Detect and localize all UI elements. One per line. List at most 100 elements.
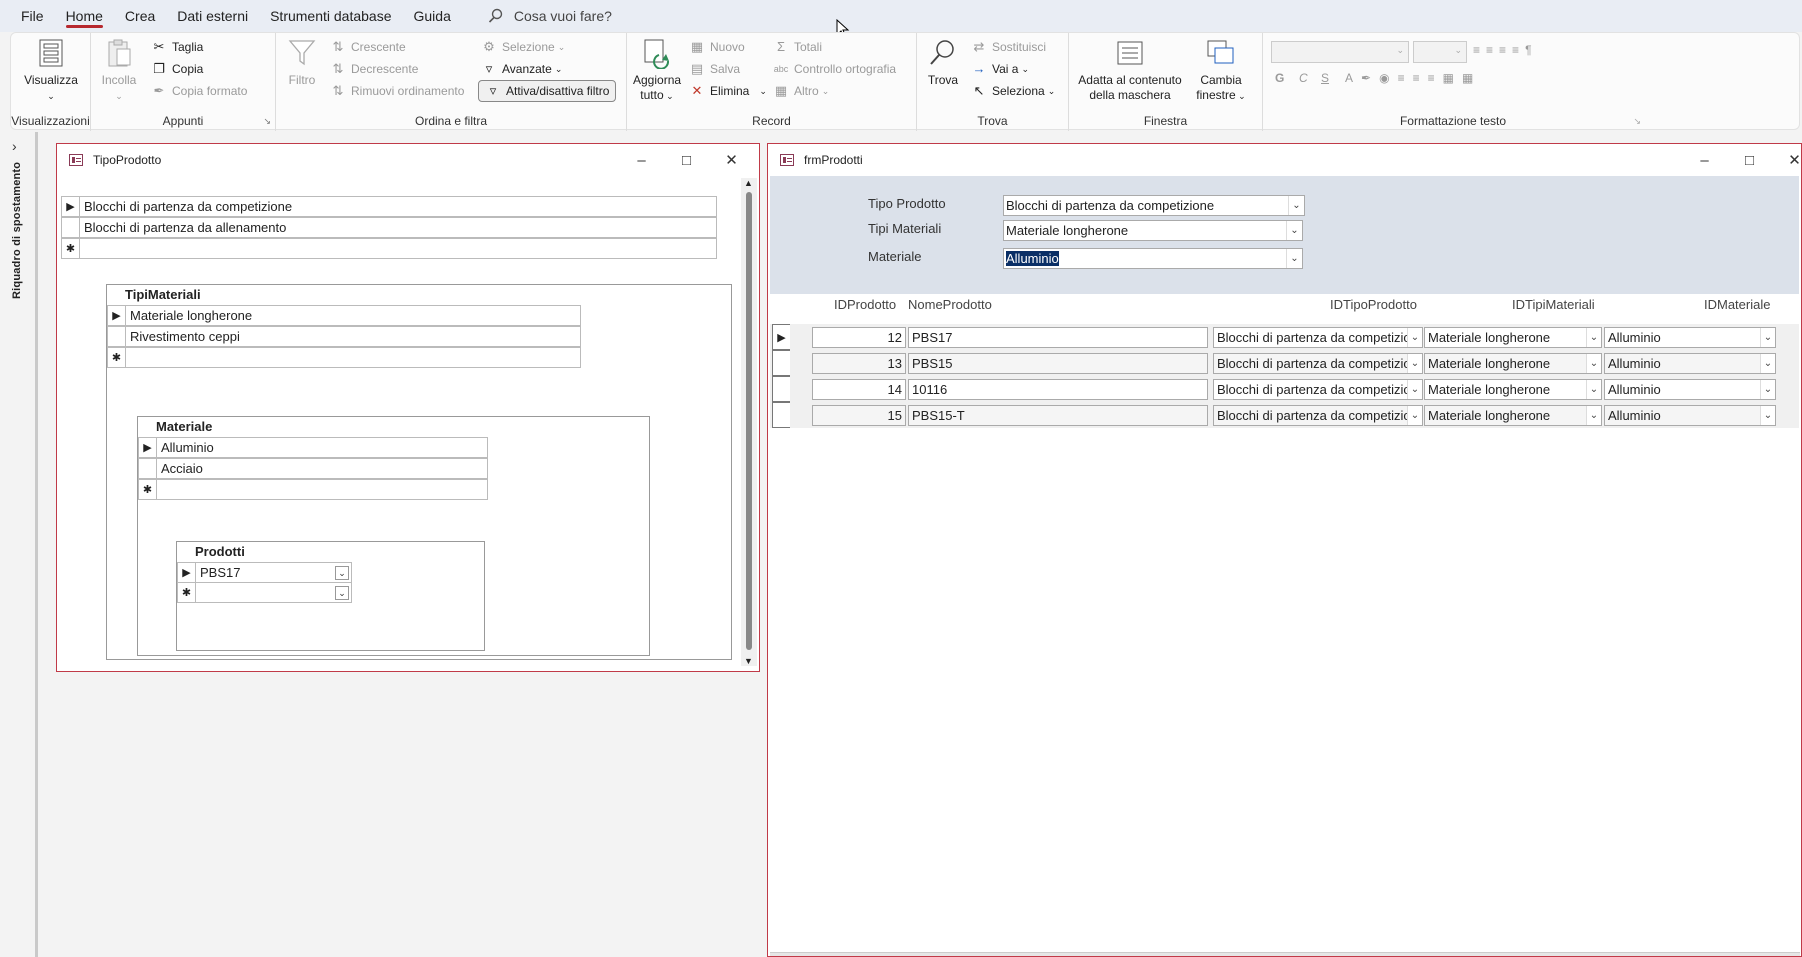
chevron-down-icon[interactable]: ⌄ xyxy=(1407,380,1422,399)
copia-button[interactable]: ❐ Copia xyxy=(151,61,203,77)
new-record-row[interactable]: ✱ ⌄ xyxy=(177,582,352,603)
chevron-down-icon[interactable]: ⌄ xyxy=(1407,406,1422,425)
chevron-down-icon[interactable]: ⌄ xyxy=(1286,221,1302,240)
menu-file[interactable]: File xyxy=(10,0,55,32)
record-selector[interactable]: ▶ xyxy=(108,305,126,326)
table-row[interactable]: Acciaio xyxy=(138,458,488,479)
new-record-icon[interactable]: ✱ xyxy=(62,238,80,259)
table-row[interactable]: ▶ Blocchi di partenza da competizione xyxy=(61,196,717,217)
new-record-row[interactable]: ✱ xyxy=(107,347,581,368)
nome-prodotto-field[interactable]: PBS15-T xyxy=(908,405,1208,426)
filtro-button[interactable]: Filtro xyxy=(282,37,322,88)
nuovo-button[interactable]: ▦ Nuovo xyxy=(689,39,745,55)
new-record-icon[interactable]: ✱ xyxy=(139,479,157,500)
maximize-button[interactable]: □ xyxy=(1727,144,1772,176)
avanzate-button[interactable]: ▿ Avanzate ⌄ xyxy=(481,61,563,77)
maximize-button[interactable]: □ xyxy=(664,144,709,176)
scrollbar-thumb[interactable] xyxy=(746,192,752,650)
new-record-row[interactable]: ✱ xyxy=(138,479,488,500)
altro-button[interactable]: ▦ Altro ⌄ xyxy=(773,83,829,99)
table-row[interactable]: 14 10116 Blocchi di partenza da competiz… xyxy=(770,376,1799,402)
id-tipo-prodotto-combo[interactable]: Blocchi di partenza da competizione ⌄ xyxy=(1213,353,1423,374)
id-materiale-combo[interactable]: Alluminio ⌄ xyxy=(1604,405,1776,426)
chevron-down-icon[interactable]: ⌄ xyxy=(1288,196,1304,215)
record-selector[interactable] xyxy=(139,458,157,479)
chevron-down-icon[interactable]: ⌄ xyxy=(1760,354,1775,373)
color-buttons[interactable]: A ✒ ◉ ≡ ≡ ≡ ▦ ▦ xyxy=(1345,71,1481,85)
tell-me-search[interactable]: Cosa vuoi fare? xyxy=(488,8,612,24)
aggiorna-tutto-button[interactable]: Aggiorna tutto ⌄ xyxy=(633,37,681,104)
id-materiale-combo[interactable]: Alluminio ⌄ xyxy=(1604,379,1776,400)
rimuovi-ordinamento-button[interactable]: ⇅ Rimuovi ordinamento xyxy=(330,83,465,99)
table-row[interactable]: Blocchi di partenza da allenamento xyxy=(61,217,717,238)
copia-formato-button[interactable]: ✒ Copia formato xyxy=(151,83,248,99)
italic-button[interactable]: C xyxy=(1299,71,1308,85)
record-selector[interactable]: ▶ xyxy=(62,196,80,217)
record-selector[interactable] xyxy=(108,326,126,347)
font-name-select[interactable]: ⌄ xyxy=(1271,41,1409,63)
taglia-button[interactable]: ✂ Taglia xyxy=(151,39,204,55)
id-materiale-combo[interactable]: Alluminio ⌄ xyxy=(1604,353,1776,374)
nome-prodotto-field[interactable]: 10116 xyxy=(908,379,1208,400)
record-selector[interactable]: ▶ xyxy=(139,437,157,458)
font-size-select[interactable]: ⌄ xyxy=(1413,41,1467,63)
id-tipo-prodotto-combo[interactable]: Blocchi di partenza da competizione ⌄ xyxy=(1213,405,1423,426)
record-selector[interactable] xyxy=(772,350,790,376)
menu-guida[interactable]: Guida xyxy=(403,0,462,32)
record-selector[interactable] xyxy=(772,376,790,402)
visualizza-button[interactable]: Visualizza ⌄ xyxy=(23,37,79,104)
chevron-down-icon[interactable]: ⌄ xyxy=(1407,328,1422,347)
chevron-right-icon[interactable]: › xyxy=(12,138,17,154)
id-prodotto-field[interactable]: 15 xyxy=(812,405,906,426)
id-prodotto-field[interactable]: 14 xyxy=(812,379,906,400)
chevron-down-icon[interactable]: ⌄ xyxy=(1760,380,1775,399)
bold-button[interactable]: G xyxy=(1275,71,1284,85)
trova-button[interactable]: Trova xyxy=(923,37,963,88)
close-button[interactable]: ✕ xyxy=(1772,144,1802,176)
new-record-icon[interactable]: ✱ xyxy=(178,582,196,603)
incolla-button[interactable]: Incolla ⌄ xyxy=(97,37,141,104)
dialog-launcher-icon[interactable]: ↘ xyxy=(263,116,271,127)
chevron-down-icon[interactable]: ⌄ xyxy=(335,586,349,600)
minimize-button[interactable]: – xyxy=(619,144,664,176)
cambia-finestre-button[interactable]: Cambia finestre ⌄ xyxy=(1193,37,1249,104)
id-prodotto-field[interactable]: 13 xyxy=(812,353,906,374)
menu-strumenti-database[interactable]: Strumenti database xyxy=(259,0,402,32)
decrescente-button[interactable]: ⇅ Decrescente xyxy=(330,61,419,77)
sostituisci-button[interactable]: ⇄ Sostituisci xyxy=(971,39,1046,55)
vertical-scrollbar[interactable]: ▲ ▼ xyxy=(741,178,757,666)
controllo-ortografia-button[interactable]: abc Controllo ortografia xyxy=(773,61,896,77)
new-record-icon[interactable]: ✱ xyxy=(108,347,126,368)
chevron-down-icon[interactable]: ⌄ xyxy=(1286,249,1302,268)
record-selector[interactable] xyxy=(772,402,790,428)
navigation-pane[interactable]: › Riquadro di spostamento xyxy=(0,132,38,957)
materiale-combo[interactable]: Alluminio ⌄ xyxy=(1003,248,1303,269)
underline-button[interactable]: S xyxy=(1321,71,1329,85)
vai-a-button[interactable]: → Vai a ⌄ xyxy=(971,61,1030,77)
nome-prodotto-field[interactable]: PBS15 xyxy=(908,353,1208,374)
scroll-up-icon[interactable]: ▲ xyxy=(744,178,753,188)
attiva-disattiva-filtro-button[interactable]: ▿ Attiva/disattiva filtro xyxy=(478,80,617,102)
menu-dati-esterni[interactable]: Dati esterni xyxy=(166,0,259,32)
new-record-row[interactable]: ✱ xyxy=(61,238,717,259)
table-row[interactable]: ▶ 12 PBS17 Blocchi di partenza da compet… xyxy=(770,324,1799,350)
table-row[interactable]: 13 PBS15 Blocchi di partenza da competiz… xyxy=(770,350,1799,376)
totali-button[interactable]: Σ Totali xyxy=(773,39,822,55)
id-prodotto-field[interactable]: 12 xyxy=(812,327,906,348)
id-tipi-materiali-combo[interactable]: Materiale longherone ⌄ xyxy=(1424,379,1602,400)
seleziona-button[interactable]: ↖ Seleziona ⌄ xyxy=(971,83,1056,99)
table-row[interactable]: 15 PBS15-T Blocchi di partenza da compet… xyxy=(770,402,1799,428)
chevron-down-icon[interactable]: ⌄ xyxy=(1586,328,1601,347)
tipi-materiali-combo[interactable]: Materiale longherone ⌄ xyxy=(1003,220,1303,241)
table-row[interactable]: Rivestimento ceppi xyxy=(107,326,581,347)
close-button[interactable]: ✕ xyxy=(709,144,754,176)
dialog-launcher-icon[interactable]: ↘ xyxy=(1633,116,1641,127)
nome-prodotto-field[interactable]: PBS17 xyxy=(908,327,1208,348)
chevron-down-icon[interactable]: ⌄ xyxy=(1407,354,1422,373)
record-selector[interactable] xyxy=(62,217,80,238)
list-buttons[interactable]: ≡ ≡ ≡ ≡ ¶ xyxy=(1473,43,1538,57)
chevron-down-icon[interactable]: ⌄ xyxy=(1586,406,1601,425)
chevron-down-icon[interactable]: ⌄ xyxy=(1760,328,1775,347)
id-materiale-combo[interactable]: Alluminio ⌄ xyxy=(1604,327,1776,348)
selezione-button[interactable]: ⚙ Selezione ⌄ xyxy=(481,39,565,55)
